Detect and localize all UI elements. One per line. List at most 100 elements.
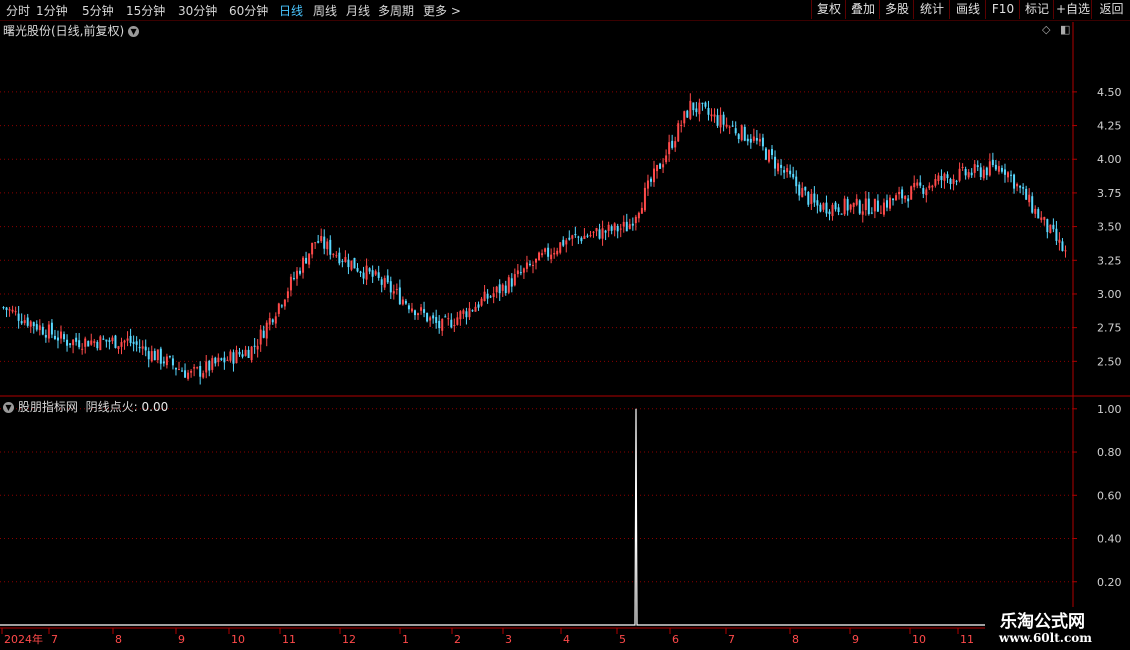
diamond-icon[interactable]: ◇ <box>1042 23 1050 36</box>
candle-body <box>704 102 707 107</box>
period-tab-30min[interactable]: 30分钟 <box>178 2 217 19</box>
candle-body <box>323 236 326 249</box>
candle-body <box>392 291 395 294</box>
candle-body <box>59 331 62 339</box>
candle-body <box>123 340 126 343</box>
multi-stock-button[interactable]: 多股 <box>879 0 914 19</box>
candle-body <box>217 357 220 363</box>
candle-body <box>919 182 922 186</box>
period-tab-more[interactable]: 更多 > <box>423 2 461 19</box>
candle-body <box>1040 217 1043 220</box>
f10-button[interactable]: F10 <box>985 0 1020 19</box>
candle-body <box>870 212 873 214</box>
candle-body <box>259 329 262 345</box>
candle-body <box>199 366 202 377</box>
candle-body <box>156 349 159 361</box>
add-watchlist-button[interactable]: +自选 <box>1053 0 1092 19</box>
candle-body <box>640 207 643 214</box>
y-tick-label: 2.75 <box>1097 322 1122 335</box>
panel-toggle-icon[interactable]: ◧ <box>1060 23 1070 36</box>
time-axis-label: 8 <box>115 633 122 646</box>
candle-body <box>786 168 789 173</box>
candle-body <box>946 174 949 179</box>
indicator-line-series <box>0 408 1073 626</box>
candle-body <box>707 107 710 115</box>
candle-body <box>459 311 462 320</box>
candle-body <box>562 239 565 246</box>
candle-body <box>2 307 5 309</box>
candle-body <box>571 235 574 239</box>
candle-body <box>755 137 758 141</box>
candle-body <box>302 257 305 273</box>
period-tab-daily[interactable]: 日线 <box>279 2 303 19</box>
candle-body <box>498 284 501 294</box>
candle-body <box>102 338 105 340</box>
candle-body <box>982 169 985 179</box>
candle-body <box>347 259 350 268</box>
adjust-price-button[interactable]: 复权 <box>811 0 846 19</box>
candle-body <box>193 367 196 369</box>
candle-body <box>913 182 916 188</box>
indicator-title: ▼ 股朋指标网 阴线点火: 0.00 <box>3 398 168 415</box>
candle-body <box>616 225 619 232</box>
y-tick-label: 0.80 <box>1097 446 1122 459</box>
candle-body <box>689 100 692 119</box>
candle-body <box>141 346 144 349</box>
candle-body <box>876 200 879 212</box>
candle-body <box>241 354 244 357</box>
period-tab-multi[interactable]: 多周期 <box>378 2 414 19</box>
candle-body <box>1003 169 1006 175</box>
candle-body <box>586 235 589 237</box>
candle-body <box>988 161 991 176</box>
candle-body <box>583 235 586 239</box>
period-tab-5min[interactable]: 5分钟 <box>82 2 114 19</box>
candle-body <box>335 255 338 257</box>
candle-body <box>795 176 798 187</box>
candle-body <box>734 128 737 134</box>
statistics-button[interactable]: 统计 <box>913 0 950 19</box>
period-tab-60min[interactable]: 60分钟 <box>229 2 268 19</box>
candle-body <box>967 172 970 178</box>
candle-body <box>792 173 795 178</box>
period-tab-monthly[interactable]: 月线 <box>346 2 370 19</box>
back-button[interactable]: 返回 <box>1091 0 1130 19</box>
candle-body <box>816 200 819 206</box>
candle-body <box>153 350 156 361</box>
draw-line-button[interactable]: 画线 <box>949 0 986 19</box>
candle-body <box>716 115 719 126</box>
period-tab-1min[interactable]: 1分钟 <box>36 2 68 19</box>
period-tab-15min[interactable]: 15分钟 <box>126 2 165 19</box>
candle-body <box>159 348 162 364</box>
candle-body <box>11 309 14 312</box>
candle-body <box>1034 208 1037 214</box>
candle-body <box>413 310 416 316</box>
candle-body <box>314 242 317 244</box>
indicator-name: 股朋指标网 <box>17 400 78 414</box>
chevron-down-icon[interactable]: ▼ <box>3 402 14 413</box>
period-tab-fenshi[interactable]: 分时 <box>6 2 30 19</box>
candle-body <box>177 369 180 371</box>
y-tick-label: 0.60 <box>1097 489 1122 502</box>
candle-body <box>1064 250 1067 252</box>
candle-body <box>819 204 822 212</box>
candle-body <box>550 254 553 260</box>
candle-body <box>53 335 56 339</box>
mark-button[interactable]: 标记 <box>1019 0 1054 19</box>
overlay-button[interactable]: 叠加 <box>845 0 880 19</box>
candle-body <box>649 178 652 182</box>
candle-body <box>477 304 480 308</box>
y-tick-label: 4.50 <box>1097 86 1122 99</box>
candle-body <box>329 239 332 255</box>
candle-body <box>447 318 450 320</box>
chevron-down-icon[interactable]: ▼ <box>128 26 140 37</box>
candle-body <box>510 278 513 287</box>
time-axis-label: 4 <box>563 633 570 646</box>
candle-body <box>256 345 259 350</box>
candle-body <box>798 184 801 196</box>
candle-body <box>471 310 474 312</box>
time-axis-label: 10 <box>231 633 245 646</box>
candle-body <box>359 271 362 273</box>
candle-body <box>1037 209 1040 219</box>
period-tab-weekly[interactable]: 周线 <box>313 2 337 19</box>
candle-body <box>898 191 901 195</box>
